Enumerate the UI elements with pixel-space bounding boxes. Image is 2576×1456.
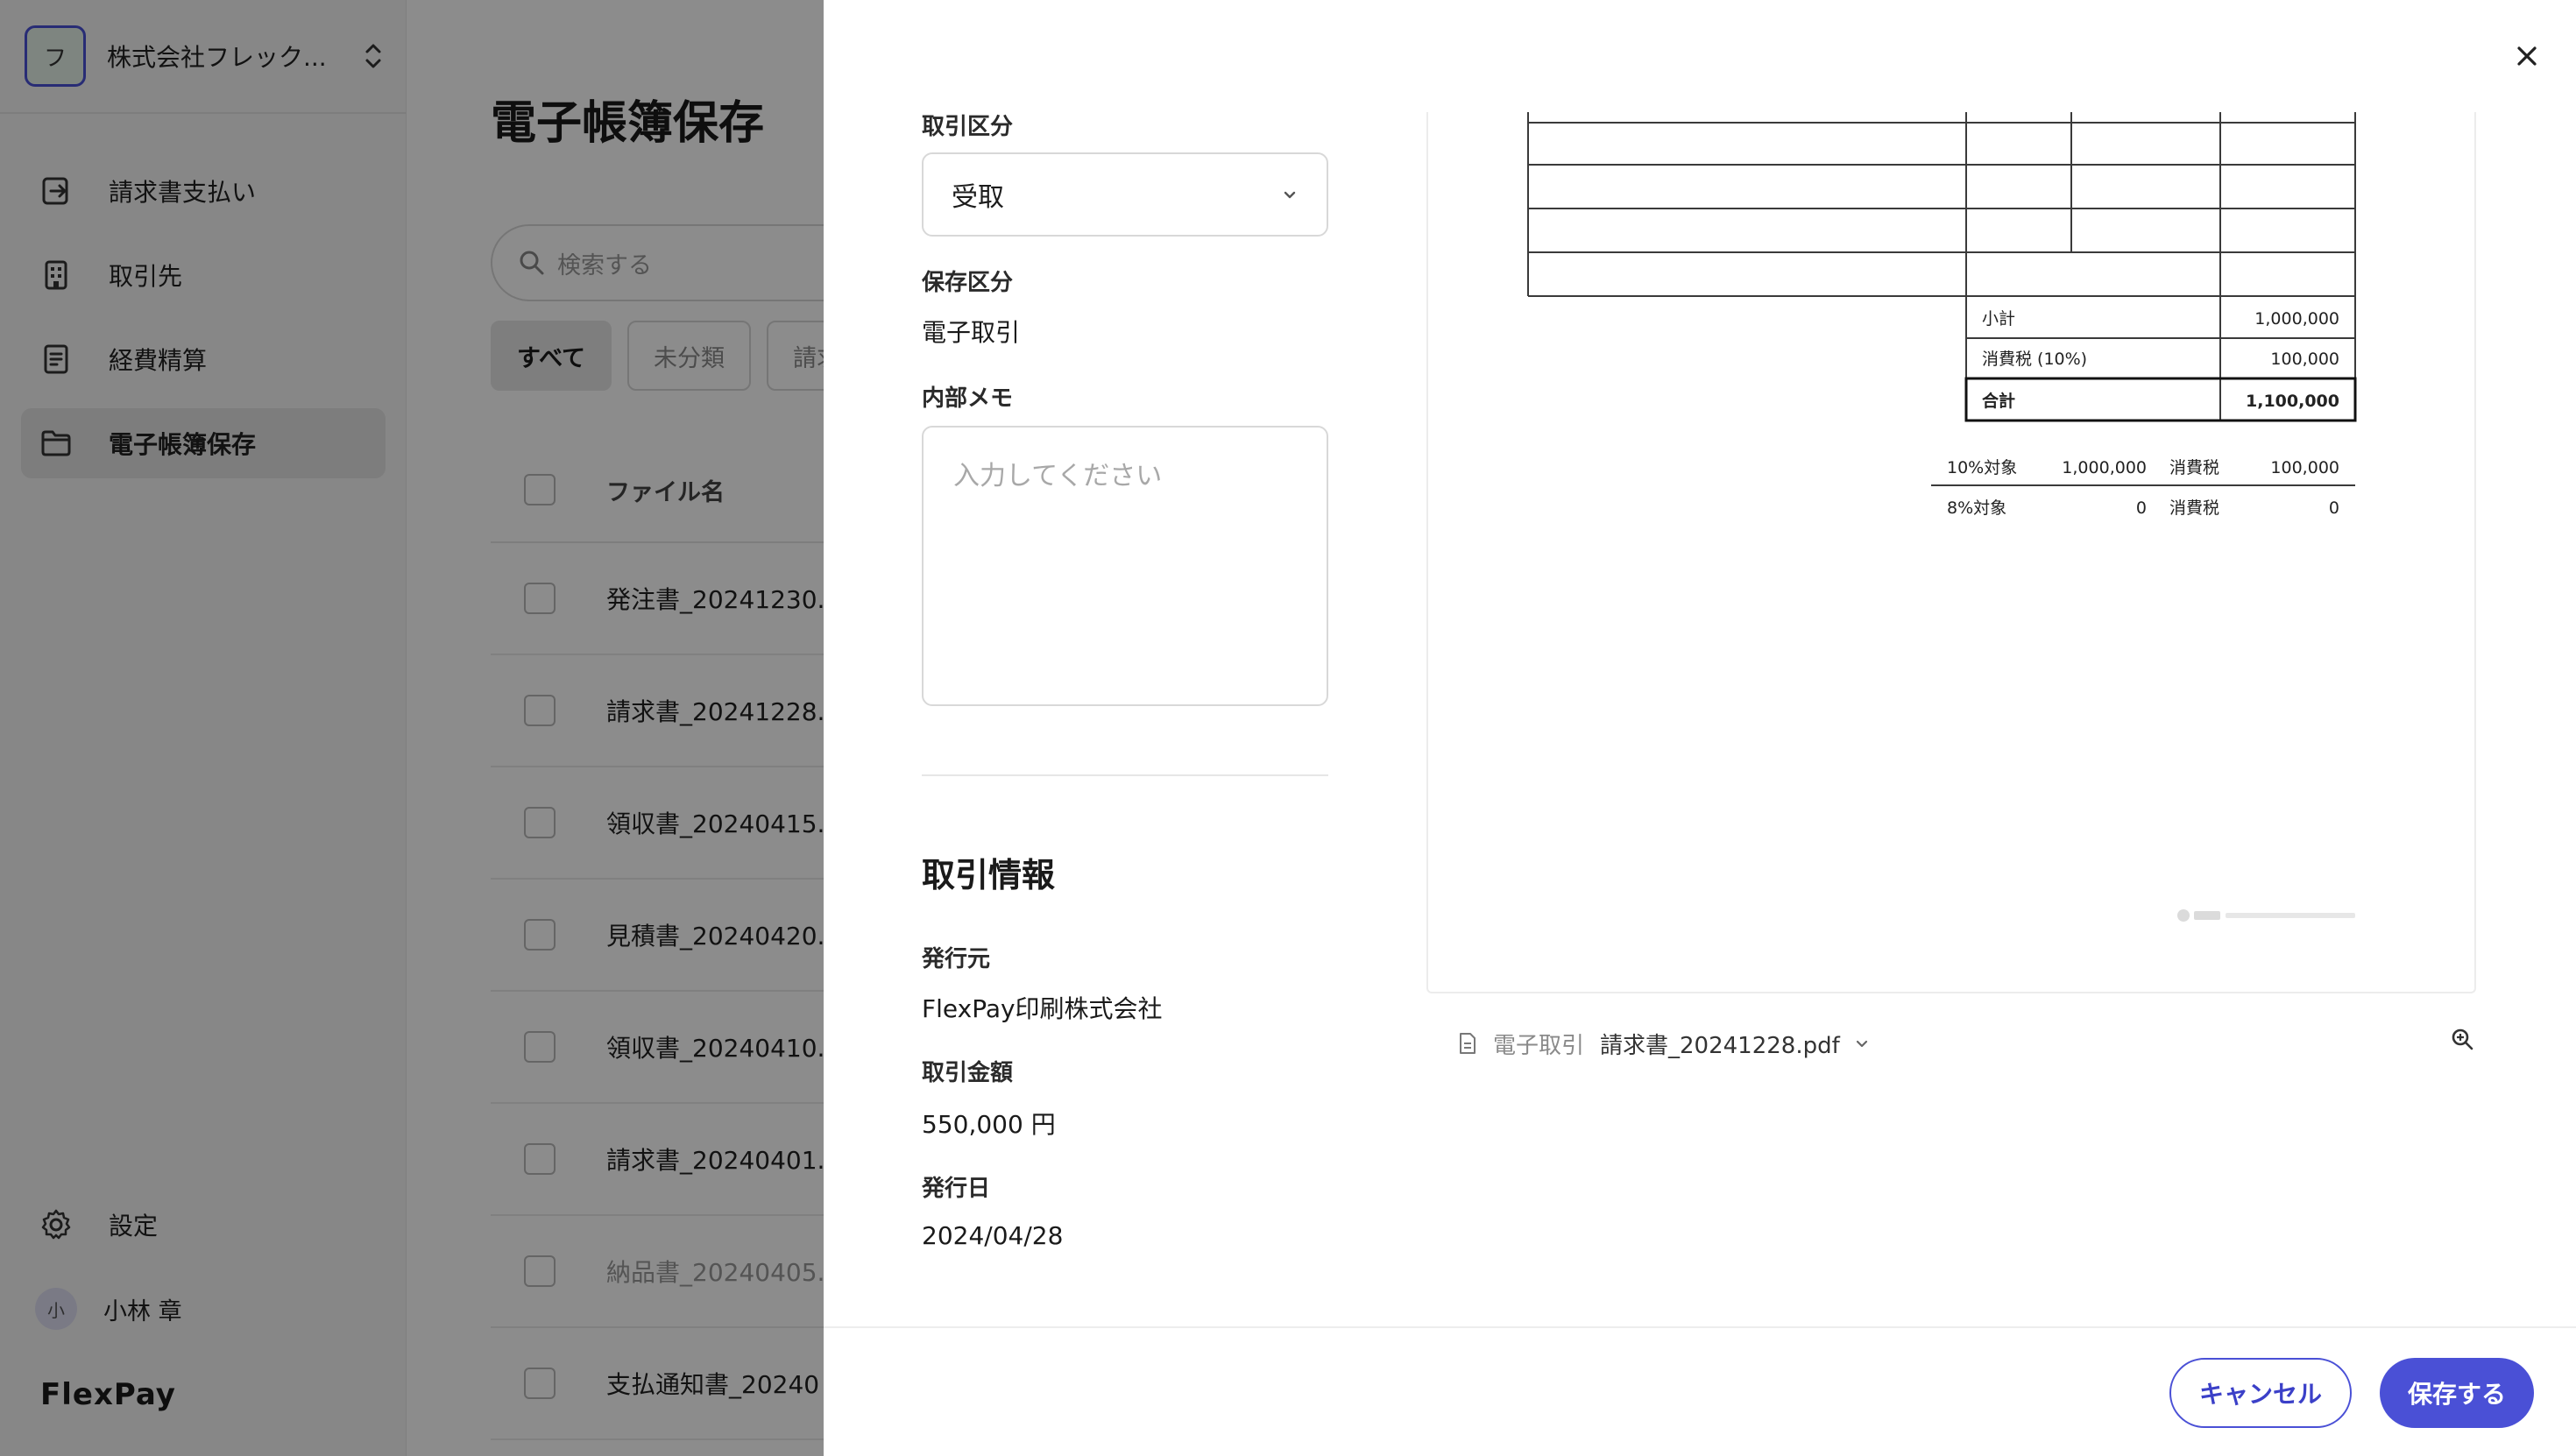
subtotal-value: 1,000,000 [2254,309,2339,329]
tax10-tax-label: 消費税 [2169,458,2219,477]
total-value: 1,100,000 [2246,392,2339,411]
issuer-label: 発行元 [922,946,991,972]
zoom-in-icon [2452,1028,2473,1050]
document-drawer: 取引区分 受取 保存区分 電子取引 内部メモ 入力してください 取引情報 発行元… [824,0,2576,1456]
memo-label: 内部メモ [922,385,1014,412]
tax8-amount: 0 [2136,498,2147,518]
document-preview[interactable]: 小計 1,000,000 消費税 (10%) 100,000 合計 1,100,… [1426,112,2476,993]
close-icon [2517,46,2537,66]
file-name: 請求書_20241228.pdf [1600,1032,1840,1059]
issuer-value: FlexPay印刷株式会社 [922,994,1163,1023]
tax10-label: 10%対象 [1947,458,2017,477]
watermark-logo [2177,909,2355,922]
transaction-type-label: 取引区分 [922,114,1014,140]
form-divider [922,774,1328,776]
tax8-tax-label: 消費税 [2169,498,2219,518]
storage-type-value: 電子取引 [922,318,1021,347]
chevron-down-icon [1284,191,1296,199]
issue-date-label: 発行日 [922,1176,991,1202]
issue-date-value: 2024/04/28 [922,1221,1064,1250]
tax-value: 100,000 [2270,350,2339,369]
zoom-button[interactable] [2450,1027,2474,1057]
cancel-button[interactable]: キャンセル [2169,1358,2352,1428]
amount-label: 取引金額 [922,1060,1014,1086]
save-button[interactable]: 保存する [2380,1358,2534,1428]
chevron-down-icon [1856,1040,1867,1048]
transaction-type-value: 受取 [952,182,1004,213]
invoice-page: 小計 1,000,000 消費税 (10%) 100,000 合計 1,100,… [1527,112,2357,922]
tax8-label: 8%対象 [1947,498,2006,518]
tax10-amount: 1,000,000 [2062,458,2147,477]
file-icon [1460,1033,1476,1054]
total-label: 合計 [1982,391,2015,411]
modal-backdrop[interactable] [0,0,824,1456]
tax8-tax: 0 [2329,498,2339,518]
storage-type-label: 保存区分 [922,270,1014,296]
transaction-type-select[interactable]: 受取 [922,152,1328,237]
amount-value: 550,000 円 [922,1110,1056,1139]
section-title: 取引情報 [922,856,1056,894]
tax-label: 消費税 (10%) [1982,350,2087,369]
close-button[interactable] [2509,39,2544,74]
file-selector[interactable]: 電子取引 請求書_20241228.pdf [1458,1025,2474,1062]
drawer-footer: キャンセル 保存する [824,1326,2576,1456]
tax10-tax: 100,000 [2270,458,2339,477]
memo-textarea[interactable]: 入力してください [922,426,1328,706]
file-type-label: 電子取引 [1493,1032,1585,1059]
subtotal-label: 小計 [1982,309,2015,329]
